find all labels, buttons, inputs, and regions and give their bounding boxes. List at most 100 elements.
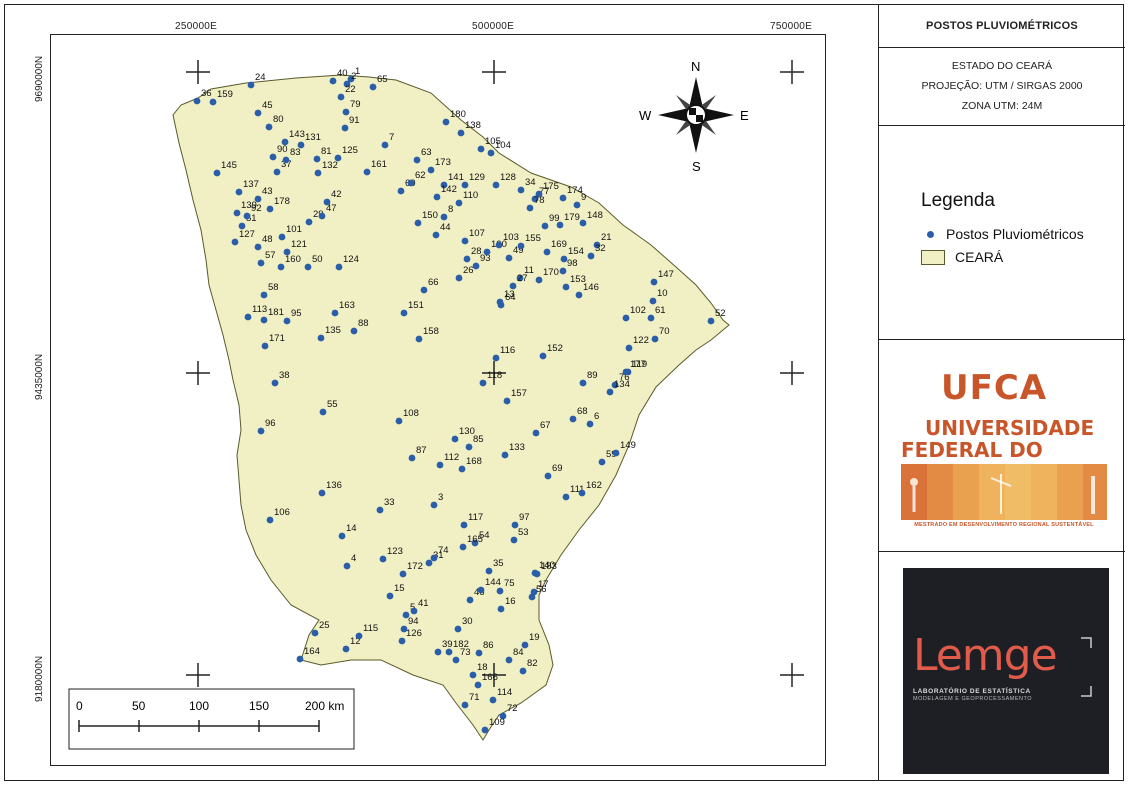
scale-label-100: 100: [189, 699, 209, 713]
station-label-80: 80: [273, 114, 284, 125]
station-label-72: 72: [507, 703, 518, 714]
station-label-50: 50: [312, 254, 323, 265]
y-label-9180000: 9180000N: [34, 655, 45, 702]
station-point-34: [517, 186, 525, 194]
station-label-127: 127: [239, 229, 255, 240]
station-label-162: 162: [586, 480, 602, 491]
station-label-25: 25: [319, 620, 330, 631]
station-point-174: [559, 194, 567, 202]
station-point-61: [647, 314, 655, 322]
station-point-128: [492, 181, 500, 189]
station-label-171: 171: [269, 333, 285, 344]
station-label-52: 52: [715, 308, 726, 319]
station-label-45: 45: [262, 100, 273, 111]
station-label-117: 117: [468, 512, 483, 523]
station-point-30: [454, 625, 462, 633]
grid-cross: [780, 60, 804, 84]
station-label-152: 152: [547, 343, 563, 354]
station-label-62: 62: [415, 170, 426, 181]
station-point-86: [475, 649, 483, 657]
station-label-55: 55: [327, 399, 338, 410]
station-label-32: 32: [595, 243, 606, 254]
station-point-112: [436, 461, 444, 469]
station-label-105: 105: [485, 136, 501, 147]
station-label-84: 84: [513, 647, 524, 658]
station-label-163: 163: [339, 300, 355, 311]
station-point-97: [511, 521, 519, 529]
station-label-96: 96: [265, 418, 276, 429]
station-point-4: [343, 562, 351, 570]
station-point-108: [395, 417, 403, 425]
station-point-74: [430, 554, 438, 562]
station-label-35: 35: [493, 558, 504, 569]
grid-cross: [186, 663, 210, 687]
x-label-750000: 750000E: [770, 21, 813, 32]
scale-label-150: 150: [249, 699, 269, 713]
station-label-109: 109: [489, 717, 505, 728]
station-point-178: [266, 205, 274, 213]
station-label-161: 161: [371, 159, 387, 170]
station-label-98: 98: [567, 258, 578, 269]
station-point-162: [578, 489, 586, 497]
station-point-56: [528, 593, 536, 601]
station-label-164: 164: [304, 646, 320, 657]
station-label-116: 116: [500, 345, 515, 356]
station-point-134: [606, 388, 614, 396]
station-point-41: [410, 607, 418, 615]
station-point-109: [481, 726, 489, 734]
station-label-87: 87: [416, 445, 427, 456]
station-label-79: 79: [350, 99, 361, 110]
station-point-90: [269, 153, 277, 161]
station-label-181: 181: [268, 307, 284, 318]
station-label-67: 67: [540, 420, 551, 431]
compass-e: E: [740, 108, 749, 123]
station-label-24: 24: [255, 72, 266, 83]
grid-cross: [780, 663, 804, 687]
station-point-130: [451, 435, 459, 443]
station-label-15: 15: [394, 583, 405, 594]
station-point-102: [622, 314, 630, 322]
station-point-92: [243, 212, 251, 220]
station-label-158: 158: [423, 326, 439, 337]
panel-title: POSTOS PLUVIOMÉTRICOS: [926, 19, 1078, 32]
station-label-48: 48: [262, 234, 273, 245]
station-point-180: [442, 118, 450, 126]
station-point-152: [539, 352, 547, 360]
station-point-183: [533, 570, 541, 578]
station-point-165: [459, 543, 467, 551]
station-point-35: [485, 567, 493, 575]
station-label-175: 175: [543, 181, 559, 192]
station-point-155: [517, 242, 525, 250]
station-point-52: [707, 317, 715, 325]
station-point-161: [363, 168, 371, 176]
station-point-85: [465, 443, 473, 451]
station-point-144: [477, 586, 485, 594]
station-label-149: 149: [620, 440, 636, 451]
station-point-33: [376, 506, 384, 514]
station-label-34: 34: [525, 177, 536, 188]
station-point-55: [319, 408, 327, 416]
station-label-108: 108: [403, 408, 419, 419]
station-label-114: 114: [497, 687, 512, 698]
grid-cross: [186, 361, 210, 385]
station-label-107: 107: [469, 228, 485, 239]
station-point-124: [335, 263, 343, 271]
station-label-65: 65: [377, 74, 388, 85]
station-label-145: 145: [221, 160, 237, 171]
station-label-139: 139: [241, 200, 257, 211]
station-point-78: [526, 204, 534, 212]
station-label-88: 88: [358, 318, 369, 329]
legend-item-stations: Postos Pluviométricos: [921, 226, 1084, 242]
station-point-75: [496, 587, 504, 595]
station-label-82: 82: [527, 658, 538, 669]
grid-cross: [186, 60, 210, 84]
station-label-16: 16: [505, 596, 516, 607]
station-label-132: 132: [322, 160, 338, 171]
station-point-31: [425, 559, 433, 567]
station-label-169: 169: [551, 239, 567, 250]
station-label-53: 53: [518, 527, 529, 538]
station-point-113: [244, 313, 252, 321]
station-label-123: 123: [387, 546, 403, 557]
station-point-143: [281, 138, 289, 146]
station-point-44: [432, 231, 440, 239]
